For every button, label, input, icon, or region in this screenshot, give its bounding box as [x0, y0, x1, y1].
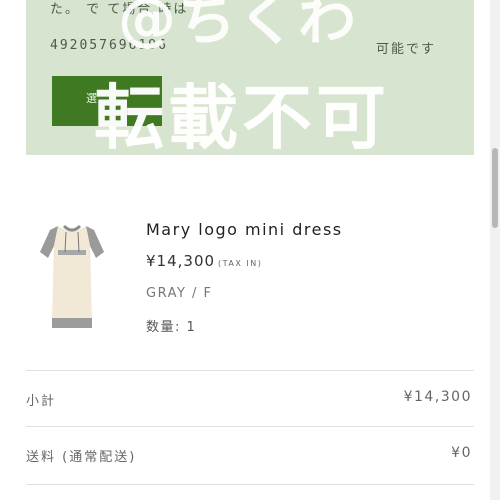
price-value: ¥14,300: [146, 252, 216, 270]
subtotal-value: ¥14,300: [403, 389, 472, 405]
notice-number: 492057696196: [50, 38, 168, 53]
notice-text: た。 で て場合 時は: [50, 2, 189, 17]
notice-possible-text: 可能です: [376, 42, 437, 57]
scrollbar[interactable]: [490, 0, 500, 500]
notice-banner: た。 で て場合 時は 492057696196 可能です 選: [26, 0, 474, 155]
product-price: ¥14,300 (TAX IN): [146, 252, 262, 270]
tax-label: (TAX IN): [218, 259, 263, 268]
subtotal-label: 小計: [26, 394, 57, 409]
shipping-label: 送料 (通常配送): [26, 450, 137, 465]
dress-thumbnail[interactable]: [36, 222, 108, 334]
divider: [26, 426, 474, 427]
notice-button[interactable]: 選: [52, 76, 162, 126]
divider: [26, 484, 474, 485]
scrollbar-thumb[interactable]: [492, 148, 498, 228]
divider: [26, 370, 474, 371]
product-quantity: 数量: 1: [146, 320, 197, 335]
product-name[interactable]: Mary logo mini dress: [146, 220, 343, 239]
shipping-value: ¥0: [451, 445, 472, 461]
product-variant: GRAY / F: [146, 286, 213, 301]
